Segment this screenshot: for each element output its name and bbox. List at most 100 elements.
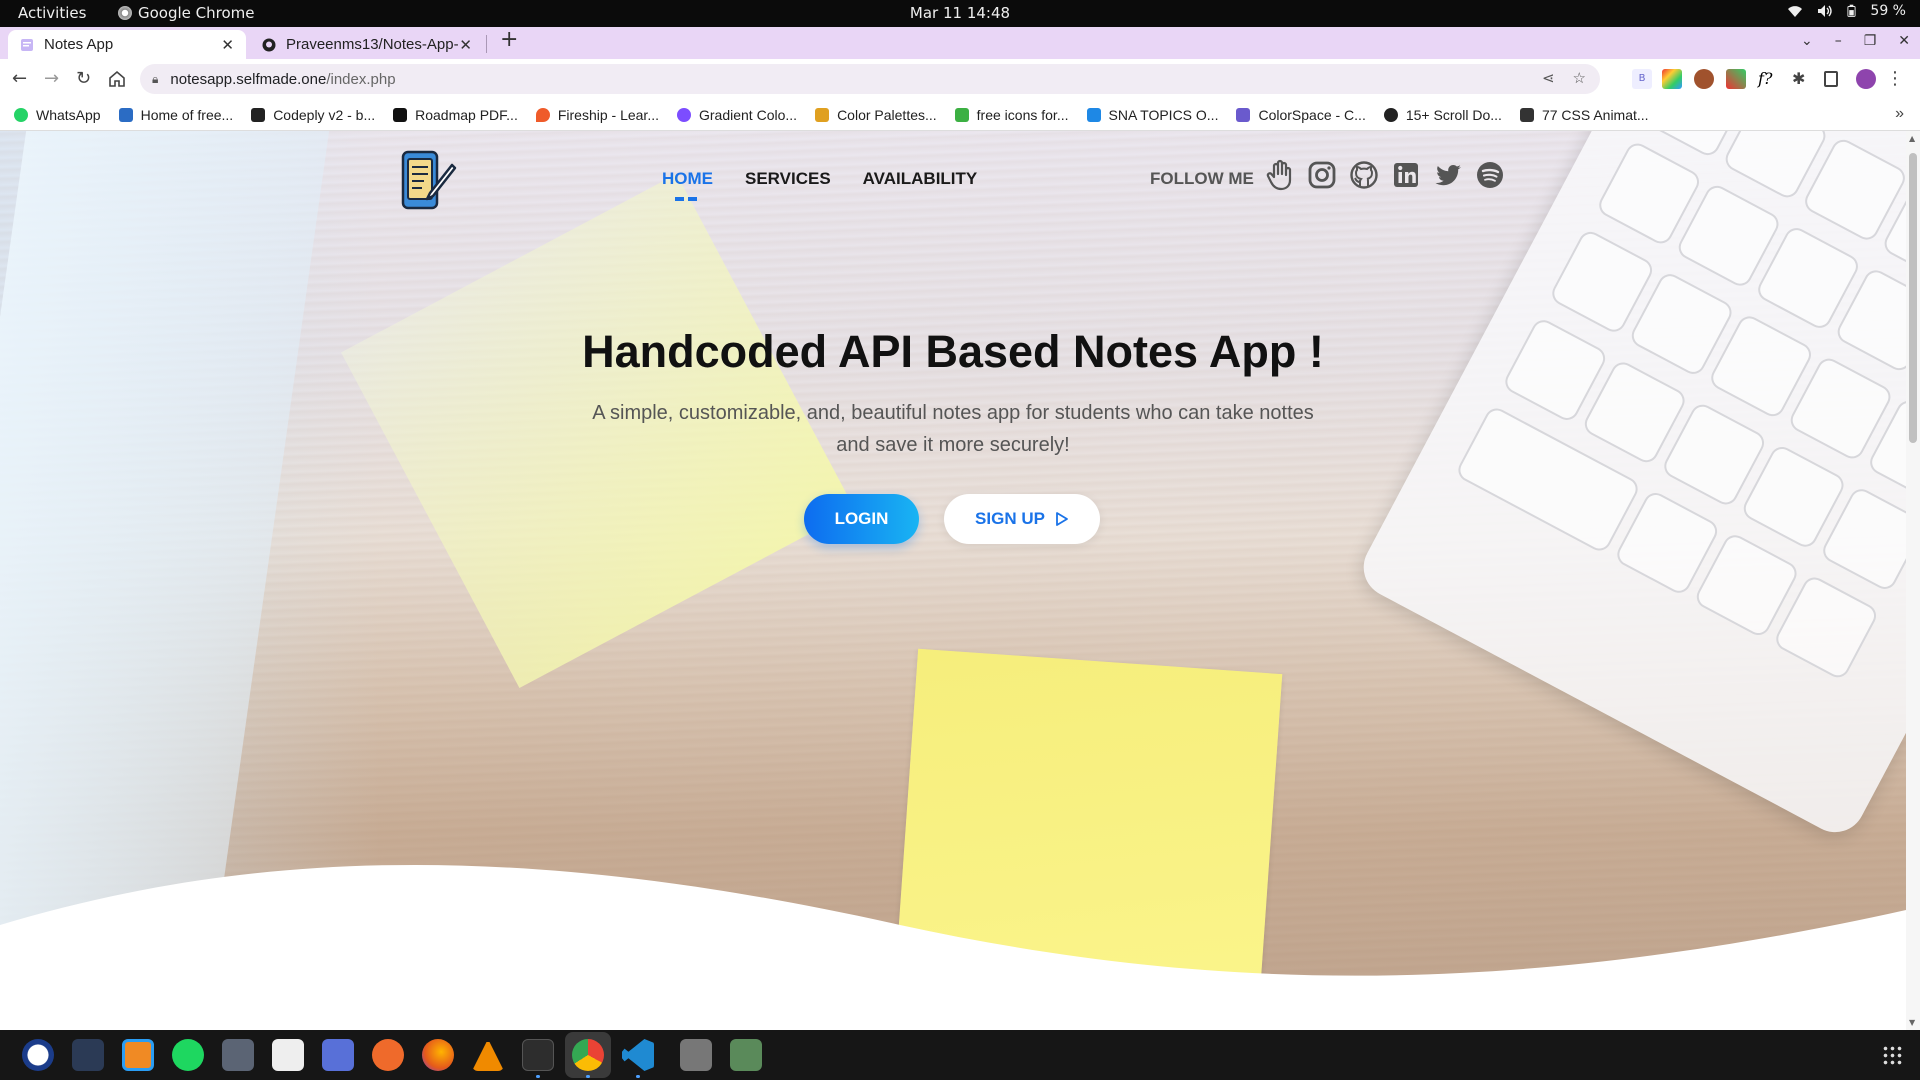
extension-formula-icon[interactable]: f? bbox=[1758, 69, 1778, 89]
share-icon[interactable]: ⋖ bbox=[1542, 69, 1555, 87]
tab-github[interactable]: Praveenms13/Notes-App- ✕ bbox=[252, 30, 482, 59]
close-tab-icon[interactable]: ✕ bbox=[459, 36, 472, 54]
chrome-menu-icon[interactable]: ⋮ bbox=[1886, 68, 1904, 89]
running-indicator bbox=[636, 1075, 640, 1078]
bookmark-item[interactable]: WhatsApp bbox=[14, 107, 101, 123]
tab-title: Notes App bbox=[44, 36, 114, 53]
bookmark-item[interactable]: SNA TOPICS O... bbox=[1086, 106, 1219, 123]
tab-strip: Notes App ✕ Praveenms13/Notes-App- ✕ bbox=[0, 27, 1920, 59]
bookmark-item[interactable]: free icons for... bbox=[954, 107, 1069, 123]
bookmark-favicon-icon bbox=[118, 107, 133, 122]
new-tab-button[interactable]: + bbox=[500, 29, 518, 51]
restore-icon[interactable]: ❐ bbox=[1864, 33, 1877, 49]
vlc-icon[interactable] bbox=[472, 1039, 504, 1071]
bookmark-label: Color Palettes... bbox=[837, 106, 937, 123]
nav-services[interactable]: SERVICES bbox=[745, 169, 831, 189]
extension-pen-icon[interactable] bbox=[1726, 69, 1746, 89]
twitter-icon[interactable] bbox=[1433, 159, 1463, 191]
tab-search-icon[interactable]: ⌄ bbox=[1801, 33, 1813, 49]
app-name-label: Google Chrome bbox=[138, 4, 255, 22]
whatsapp-icon bbox=[14, 107, 28, 122]
css-animations-icon bbox=[1519, 107, 1534, 122]
mysql-workbench-icon[interactable] bbox=[72, 1039, 104, 1071]
extensions-puzzle-icon[interactable]: ✱ bbox=[1792, 69, 1812, 89]
close-tab-icon[interactable]: ✕ bbox=[221, 36, 234, 54]
clock[interactable]: Mar 11 14:48 bbox=[0, 4, 1920, 22]
extension-colorpicker-icon[interactable] bbox=[1662, 69, 1682, 89]
github-icon[interactable] bbox=[1349, 159, 1379, 191]
address-bar[interactable]: 🔒︎ notesapp.selfmade.one/index.php ⋖ ☆ bbox=[140, 64, 1600, 94]
colorspace-icon bbox=[1236, 107, 1251, 122]
bookmark-item[interactable]: 77 CSS Animat... bbox=[1519, 106, 1649, 123]
login-button[interactable]: LOGIN bbox=[804, 494, 919, 544]
activities-button[interactable]: Activities bbox=[18, 4, 86, 22]
bookmark-item[interactable]: Home of free... bbox=[118, 107, 233, 123]
bookmarks-bar: WhatsApp Home of free... Codeply v2 - b.… bbox=[0, 99, 1920, 131]
system-tray[interactable]: 59 % bbox=[1787, 3, 1906, 19]
notes-logo-icon[interactable] bbox=[400, 149, 458, 211]
lock-icon[interactable]: 🔒︎ bbox=[152, 72, 158, 87]
running-indicator bbox=[586, 1075, 590, 1078]
extension-b-icon[interactable]: B bbox=[1632, 69, 1652, 89]
drive-icon[interactable] bbox=[680, 1039, 712, 1071]
nav-home[interactable]: HOME bbox=[662, 169, 713, 201]
hand-icon[interactable] bbox=[1265, 159, 1295, 191]
back-icon[interactable]: ← bbox=[12, 68, 27, 89]
spotify-app-icon[interactable] bbox=[172, 1039, 204, 1071]
bookmark-star-icon[interactable]: ☆ bbox=[1573, 69, 1586, 87]
reload-icon[interactable]: ↻ bbox=[76, 68, 91, 89]
scroll-up-icon[interactable]: ▲ bbox=[1909, 134, 1915, 143]
scrollbar-thumb[interactable] bbox=[1909, 153, 1917, 443]
files-icon[interactable] bbox=[222, 1039, 254, 1071]
postman-icon[interactable] bbox=[372, 1039, 404, 1071]
close-window-icon[interactable]: ✕ bbox=[1898, 33, 1910, 49]
terminal-icon[interactable] bbox=[522, 1039, 554, 1071]
spotify-icon[interactable] bbox=[1475, 159, 1505, 191]
instagram-icon[interactable] bbox=[1307, 159, 1337, 191]
text-editor-icon[interactable] bbox=[272, 1039, 304, 1071]
extension-cookie-icon[interactable] bbox=[1694, 69, 1714, 89]
home-icon[interactable] bbox=[108, 70, 126, 88]
bookmark-label: SNA TOPICS O... bbox=[1108, 106, 1219, 123]
window-controls: ⌄ – ❐ ✕ bbox=[1801, 33, 1910, 49]
more-bookmarks-icon[interactable]: » bbox=[1895, 105, 1904, 123]
chrome-app-icon[interactable] bbox=[572, 1039, 604, 1071]
free-icons-icon bbox=[954, 107, 969, 122]
bookmark-item[interactable]: 15+ Scroll Do... bbox=[1383, 107, 1502, 123]
firefox-icon[interactable] bbox=[422, 1039, 454, 1071]
url-path: /index.php bbox=[326, 70, 396, 88]
os-top-bar: Activities Google Chrome Mar 11 14:48 59… bbox=[0, 0, 1920, 27]
bookmark-item[interactable]: Color Palettes... bbox=[815, 107, 937, 123]
bookmark-label: WhatsApp bbox=[36, 106, 101, 123]
vscode-icon[interactable] bbox=[622, 1039, 654, 1071]
battery-icon bbox=[1847, 4, 1856, 17]
bookmark-item[interactable]: Codeply v2 - b... bbox=[251, 107, 375, 123]
roadmap-icon bbox=[393, 107, 408, 122]
tab-notes-app[interactable]: Notes App ✕ bbox=[8, 30, 246, 59]
forward-icon[interactable]: → bbox=[44, 68, 59, 89]
play-icon bbox=[1056, 512, 1068, 526]
side-panel-icon[interactable] bbox=[1824, 71, 1838, 87]
todo-icon[interactable] bbox=[322, 1039, 354, 1071]
minimize-icon[interactable]: – bbox=[1835, 33, 1842, 49]
bookmark-item[interactable]: Fireship - Lear... bbox=[535, 107, 659, 123]
virtualbox-icon[interactable] bbox=[122, 1039, 154, 1071]
volume-icon bbox=[1818, 5, 1833, 17]
bookmark-item[interactable]: Gradient Colo... bbox=[677, 107, 797, 123]
follow-me-label: FOLLOW ME bbox=[1150, 169, 1254, 188]
show-apps-icon[interactable] bbox=[1882, 1045, 1902, 1065]
bookmark-item[interactable]: Roadmap PDF... bbox=[393, 107, 518, 123]
page-scrollbar[interactable]: ▲ ▼ bbox=[1906, 131, 1920, 1030]
profile-avatar[interactable] bbox=[1856, 69, 1876, 89]
signup-button[interactable]: SIGN UP bbox=[944, 494, 1100, 544]
bookmark-label: Gradient Colo... bbox=[699, 106, 798, 123]
codeply-icon bbox=[251, 107, 266, 122]
app-menu[interactable]: Google Chrome bbox=[118, 4, 255, 22]
linkedin-icon[interactable] bbox=[1391, 159, 1421, 191]
trash-icon[interactable] bbox=[730, 1039, 762, 1071]
bookmark-label: 77 CSS Animat... bbox=[1541, 106, 1649, 123]
scroll-down-icon[interactable]: ▼ bbox=[1909, 1018, 1915, 1027]
nav-availability[interactable]: AVAILABILITY bbox=[863, 169, 978, 189]
wordpress-icon[interactable] bbox=[22, 1039, 54, 1071]
bookmark-item[interactable]: ColorSpace - C... bbox=[1236, 107, 1366, 123]
